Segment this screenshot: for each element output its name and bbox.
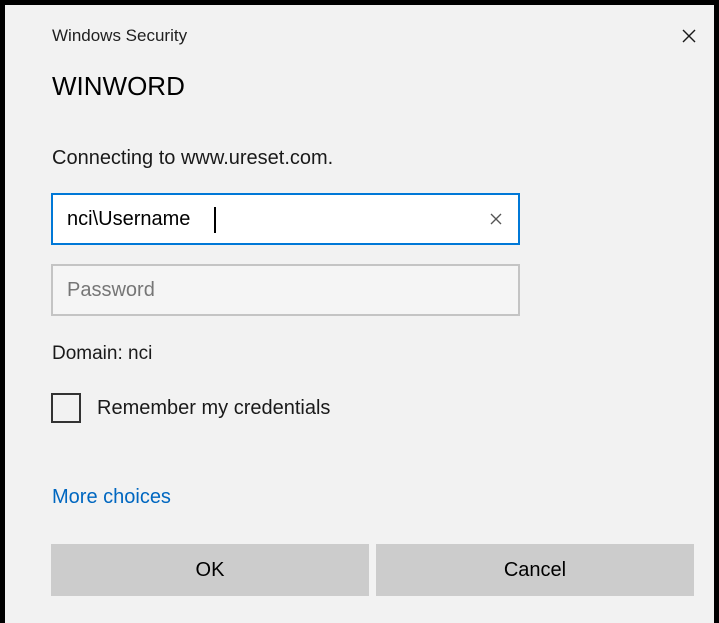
more-choices-link[interactable]: More choices [52,484,171,510]
domain-label: Domain: nci [52,343,153,364]
window-caption: Windows Security [52,26,188,45]
text-caret [214,207,216,233]
clear-icon [490,213,502,225]
username-field[interactable] [51,193,520,245]
close-icon [682,29,696,43]
username-input[interactable] [53,195,518,243]
connecting-message: Connecting to www.ureset.com. [52,147,334,169]
ok-button[interactable]: OK [51,544,369,596]
clear-username-button[interactable] [482,205,510,233]
remember-credentials-option[interactable]: Remember my credentials [51,393,330,423]
password-input[interactable] [53,266,518,314]
remember-credentials-label: Remember my credentials [97,397,331,419]
cancel-button[interactable]: Cancel [376,544,694,596]
app-name-heading: WINWORD [52,71,185,101]
window-frame: Windows Security WINWORD Connecting to w… [0,0,719,623]
remember-credentials-checkbox[interactable] [51,393,81,423]
credential-dialog: Windows Security WINWORD Connecting to w… [5,5,714,623]
password-field[interactable] [51,264,520,316]
close-button[interactable] [672,19,706,53]
